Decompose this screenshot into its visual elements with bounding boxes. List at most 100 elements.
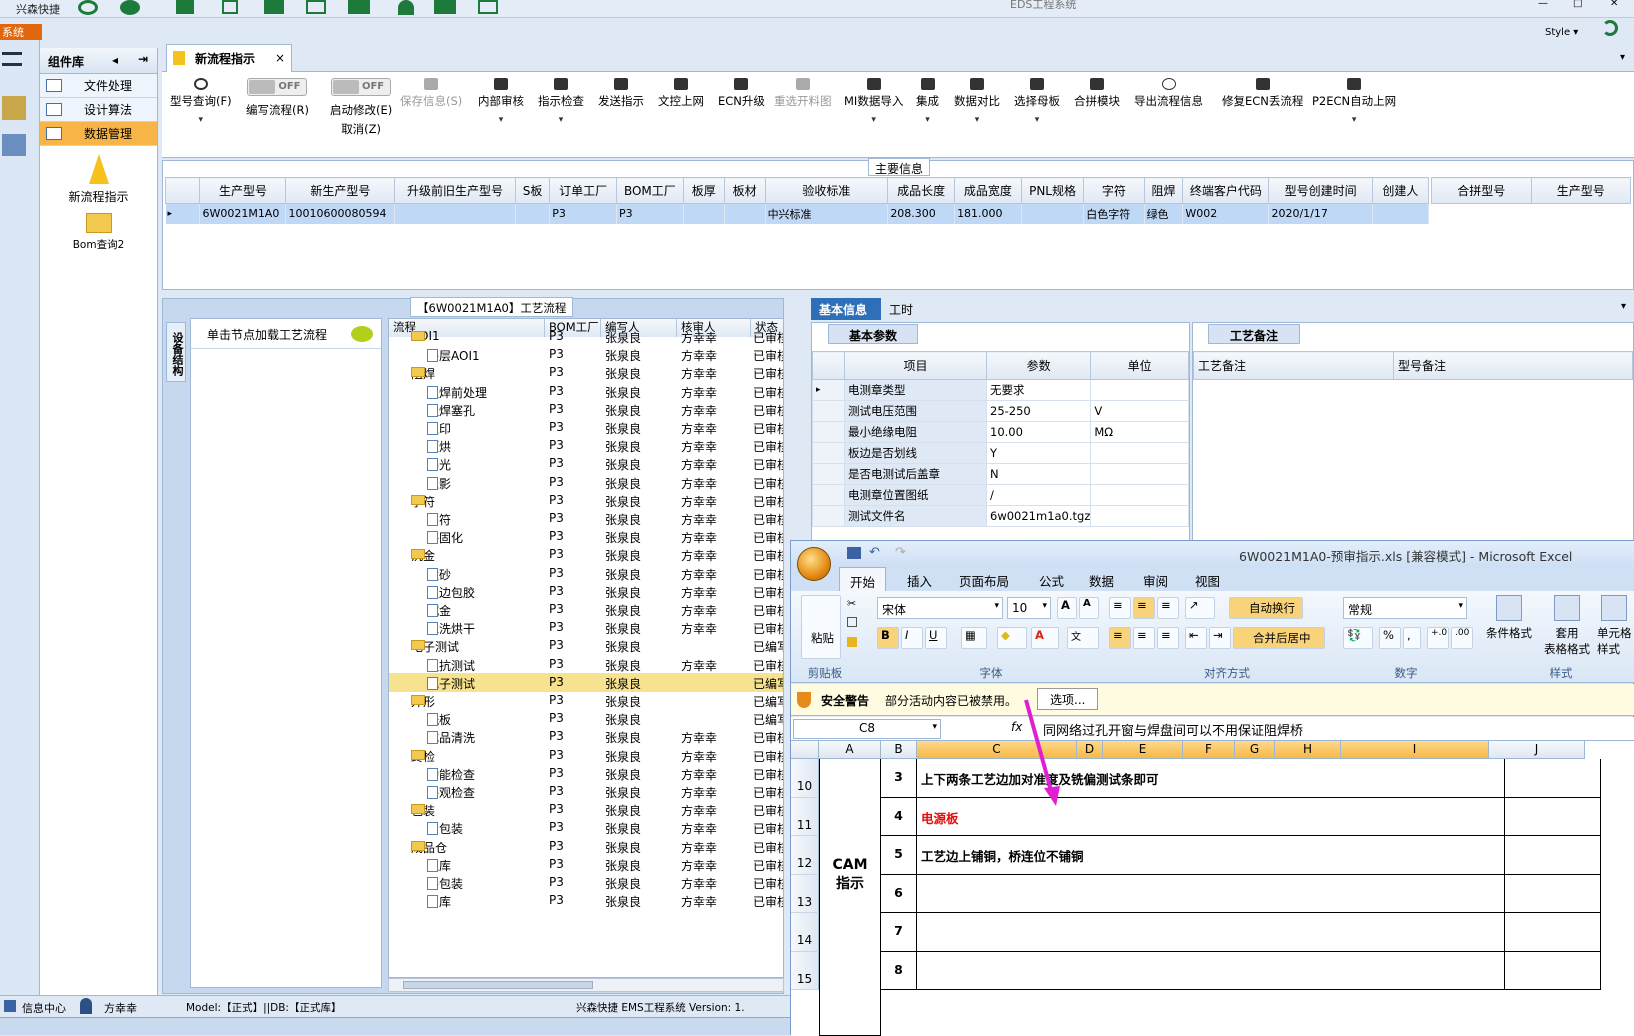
table-cell[interactable] [1372, 203, 1430, 224]
column-header[interactable]: F [1183, 741, 1235, 759]
redo-icon[interactable]: ↷ [895, 545, 906, 560]
write-flow-toggle[interactable]: OFF 编写流程(R) [246, 78, 309, 118]
tree-row[interactable]: 铣板 P3 张泉良 已编写 [389, 709, 783, 728]
tree-row[interactable]: 成品清洗 P3 张泉良 方幸幸 已审核 [389, 727, 783, 746]
fill-color-icon[interactable]: ◆ [997, 627, 1027, 649]
col-header[interactable]: 成品宽度 [954, 177, 1022, 204]
send-instruction-button[interactable]: 发送指示 [598, 78, 644, 109]
col-header[interactable]: S板 [514, 177, 551, 204]
param-cell[interactable]: 电测章位置图纸 [844, 484, 987, 506]
office-button-icon[interactable] [797, 547, 831, 581]
sidebar-item-data[interactable]: 数据管理 [40, 122, 157, 146]
chat-bubble-icon[interactable] [351, 326, 373, 342]
table-icon[interactable] [176, 0, 194, 14]
param-row[interactable]: 电测章位置图纸 / [812, 484, 1189, 506]
mi-import-button[interactable]: MI数据导入 ▾ [844, 78, 903, 125]
repair-ecn-button[interactable]: 修复ECN丢流程 [1222, 78, 1303, 109]
col-header[interactable]: 生产型号 [199, 177, 287, 204]
param-cell[interactable]: 10.00 [985, 421, 1092, 443]
percent-icon[interactable]: % [1379, 627, 1401, 649]
align-top-icon[interactable]: ≡ [1109, 597, 1131, 619]
select-all-corner[interactable] [791, 741, 819, 759]
tree-row[interactable]: 字符 P3 张泉良 方幸幸 已审核 [389, 509, 783, 528]
node-load-header[interactable]: 单击节点加载工艺流程 [191, 319, 381, 349]
cell-cam-instruction[interactable]: CAM 指示 [819, 759, 881, 1036]
column-header[interactable]: H [1275, 741, 1341, 759]
name-box[interactable]: C8 ▾ [793, 719, 941, 739]
param-cell[interactable]: 测试文件名 [844, 505, 987, 527]
column-header[interactable]: J [1489, 741, 1585, 759]
table-cell[interactable] [683, 203, 725, 224]
save-info-button[interactable]: 保存信息(S) [400, 78, 462, 109]
col-header[interactable]: 板材 [723, 177, 766, 204]
tree-row[interactable]: 沉金 P3 张泉良 方幸幸 已审核 [389, 600, 783, 619]
tree-row[interactable]: 水洗烘干 P3 张泉良 方幸幸 已审核 [389, 618, 783, 637]
reselect-layout-button[interactable]: 重选开料图 [774, 78, 832, 109]
data-compare-button[interactable]: 数据对比 ▾ [954, 78, 1000, 125]
tree-row[interactable]: 成品仓 P3 张泉良 方幸幸 已审核 [389, 837, 783, 856]
grow-font-icon[interactable]: A [1057, 597, 1077, 619]
param-cell[interactable] [1090, 505, 1189, 527]
export-flow-button[interactable]: 导出流程信息 [1134, 78, 1203, 109]
param-cell[interactable]: / [985, 484, 1092, 506]
cell-index[interactable]: 8 [881, 951, 917, 990]
param-cell[interactable] [1090, 463, 1189, 485]
monitor-icon[interactable] [478, 0, 498, 14]
conditional-format-button[interactable]: 条件格式 [1481, 595, 1537, 641]
param-cell[interactable]: 电测章类型 [844, 379, 987, 401]
orientation-icon[interactable]: ↗ [1185, 597, 1215, 619]
col-header[interactable]: 终端客户代码 [1182, 177, 1270, 204]
border-icon[interactable]: ▦ [961, 627, 987, 649]
tree-row[interactable]: 阻抗测试 P3 张泉良 方幸幸 已审核 [389, 655, 783, 674]
underline-icon[interactable]: U [925, 627, 947, 649]
param-cell[interactable] [1090, 442, 1189, 464]
off-toggle[interactable]: OFF [247, 78, 308, 96]
col-header[interactable]: 升级前旧生产型号 [394, 177, 516, 204]
cell-index[interactable]: 5 [881, 836, 917, 875]
param-cell[interactable]: 6w0021m1a0.tgz [985, 505, 1092, 527]
tab-new-flow[interactable]: 新流程指示 × [166, 44, 292, 72]
number-format-select[interactable]: 常规 ▾ [1343, 597, 1467, 619]
cell-content[interactable]: 电源板 [917, 797, 1505, 836]
param-cell[interactable]: 是否电测试后盖章 [844, 463, 987, 485]
param-cell[interactable]: 测试电压范围 [844, 400, 987, 422]
table-cell[interactable]: 208.300 [887, 203, 956, 224]
tree-row[interactable]: 出库 P3 张泉良 方幸幸 已审核 [389, 891, 783, 910]
column-header[interactable]: B [881, 741, 917, 759]
align-center-icon[interactable]: ≡ [1133, 627, 1155, 649]
align-right-icon[interactable]: ≡ [1157, 627, 1179, 649]
tree-row[interactable]: 喷砂 P3 张泉良 方幸幸 已审核 [389, 564, 783, 583]
table-cell[interactable]: P3 [616, 203, 684, 224]
row-header[interactable]: 13 [791, 874, 819, 913]
col-header[interactable]: 阻焊 [1143, 177, 1184, 204]
style-menu[interactable]: Style ▾ [1545, 27, 1578, 38]
col-header[interactable]: 新生产型号 [285, 177, 396, 204]
param-cell[interactable]: V [1090, 400, 1189, 422]
scissors-icon[interactable] [222, 0, 238, 14]
col-header[interactable]: 板厚 [682, 177, 725, 204]
sidebar-item-algorithm[interactable]: 设计算法 [40, 98, 157, 122]
decrease-decimal-icon[interactable]: .00 [1451, 627, 1473, 649]
tab-work-hours[interactable]: 工时 [889, 301, 913, 318]
tree-row[interactable]: 外观检查 P3 张泉良 方幸幸 已审核 [389, 782, 783, 801]
p2ecn-online-button[interactable]: P2ECN自动上网 ▾ [1312, 78, 1396, 125]
cell-index[interactable]: 4 [881, 797, 917, 836]
col-header[interactable]: 成品长度 [887, 177, 956, 204]
tab-basic-info[interactable]: 基本信息 [811, 298, 881, 320]
tab-insert[interactable]: 插入 [907, 571, 932, 590]
increase-indent-icon[interactable]: ⇥ [1209, 627, 1231, 649]
param-cell[interactable] [1090, 379, 1189, 401]
param-row[interactable]: 测试电压范围 25-250 V [812, 400, 1189, 422]
cell-content[interactable] [917, 874, 1505, 913]
paste-button[interactable]: 粘贴 [801, 595, 841, 659]
font-color-icon[interactable]: A [1031, 627, 1059, 649]
tile-bom[interactable]: Bom查询2 [40, 213, 157, 252]
copy-icon[interactable] [847, 617, 857, 627]
cell-j[interactable] [1505, 836, 1601, 875]
chevron-down-icon[interactable]: ▾ [1621, 301, 1626, 312]
bold-icon[interactable]: B [877, 627, 899, 649]
tree-row[interactable]: 阻焊塞孔 P3 张泉良 方幸幸 已审核 [389, 400, 783, 419]
row-header[interactable]: 15 [791, 951, 819, 990]
internal-review-button[interactable]: 内部审核 ▾ [478, 78, 524, 125]
column-header[interactable]: G [1235, 741, 1275, 759]
